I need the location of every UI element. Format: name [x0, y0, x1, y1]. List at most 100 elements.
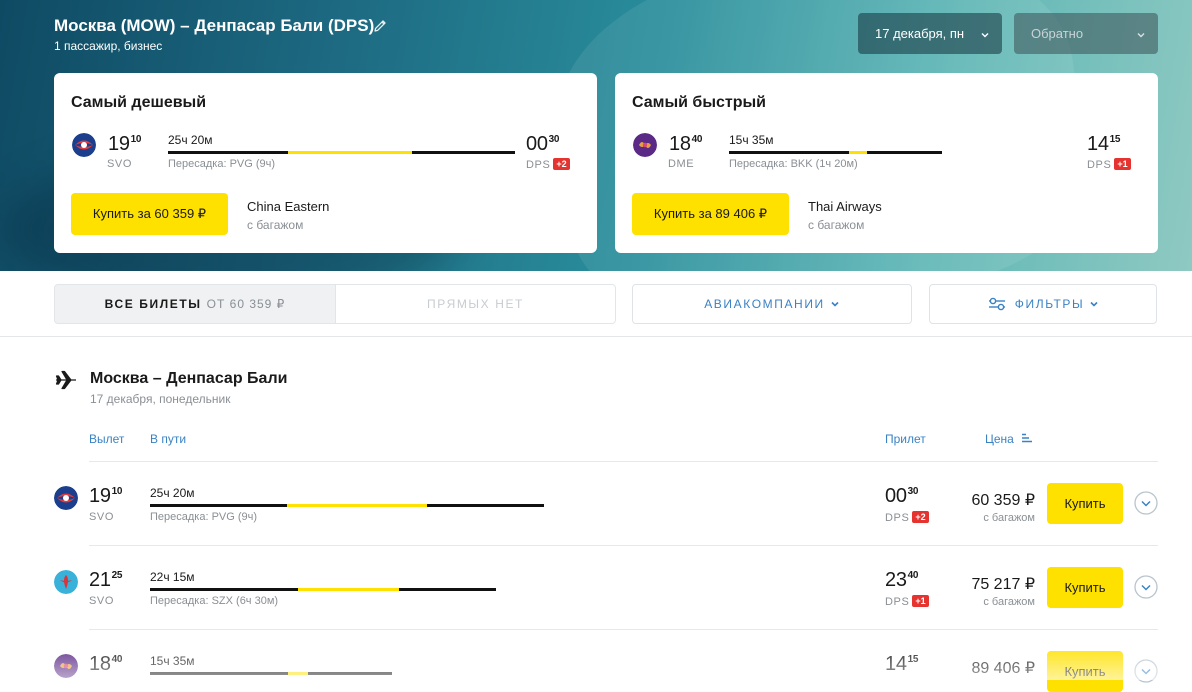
sort-icon — [1022, 433, 1033, 443]
chevron-down-icon — [1090, 301, 1098, 307]
results-title: Москва – Денпасар Бали — [90, 370, 288, 387]
return-date-placeholder: Обратно — [1031, 26, 1084, 41]
departure-time: 1910 — [108, 133, 142, 155]
baggage-info: с багажом — [247, 218, 304, 232]
buy-button[interactable]: Купить — [1047, 567, 1123, 608]
column-arrival[interactable]: Прилет — [885, 432, 926, 446]
departure-time: 2125 — [89, 569, 123, 591]
departure-code: SVO — [89, 511, 115, 523]
airplane-icon — [55, 370, 77, 395]
route-timeline — [150, 504, 544, 507]
trip-duration: 15ч 35м — [729, 133, 774, 147]
day-offset-badge: +2 — [553, 158, 570, 170]
arrival-time: 2340 — [885, 569, 919, 591]
day-offset-badge: +1 — [912, 595, 929, 607]
arrival-code: DPS +2 — [526, 158, 570, 171]
layover-info: Пересадка: SZX (6ч 30м) — [150, 595, 279, 607]
expand-chevron-icon[interactable] — [1134, 659, 1158, 683]
return-date-select[interactable]: Обратно — [1014, 13, 1158, 54]
ticket-row[interactable]: 2125 SVO 22ч 15м Пересадка: SZX (6ч 30м)… — [0, 546, 1192, 630]
buy-cheapest-button[interactable]: Купить за 60 359 ₽ — [71, 193, 228, 235]
column-price-label: Цена — [985, 432, 1014, 446]
route-title[interactable]: Москва (MOW) – Денпасар Бали (DPS) — [54, 16, 374, 36]
sliders-icon — [988, 297, 1005, 311]
chevron-down-icon — [1136, 28, 1146, 43]
ticket-price: 89 406 ₽ — [971, 660, 1035, 677]
all-tickets-tab[interactable]: ВСЕ БИЛЕТЫ ОТ 60 359 ₽ — [54, 284, 336, 324]
arrival-time: 0030 — [526, 133, 560, 155]
arrival-time: 1415 — [1087, 133, 1121, 155]
layover-segment — [298, 588, 399, 591]
arrival-time: 0030 — [885, 485, 919, 507]
arrival-time: 1415 — [885, 653, 919, 675]
day-offset-badge: +1 — [1114, 158, 1131, 170]
trip-duration: 15ч 35м — [150, 654, 195, 668]
departure-time: 1840 — [669, 133, 703, 155]
filters-label: ФИЛЬТРЫ — [1014, 297, 1085, 311]
layover-segment — [288, 151, 412, 154]
arrival-code: DPS +1 — [1087, 158, 1131, 171]
depart-date-value: 17 декабря, пн — [875, 26, 965, 41]
expand-chevron-icon[interactable] — [1134, 491, 1158, 515]
baggage-info: с багажом — [808, 218, 865, 232]
results-date: 17 декабря, понедельник — [90, 392, 231, 406]
fastest-card[interactable]: Самый быстрый 1840 DME 15ч 35м Пересадка… — [615, 73, 1158, 253]
layover-info: Пересадка: BKK (1ч 20м) — [729, 158, 858, 170]
layover-segment — [287, 504, 427, 507]
route-timeline — [729, 151, 942, 154]
column-enroute[interactable]: В пути — [150, 432, 186, 446]
day-offset-badge: +2 — [912, 511, 929, 523]
card-title: Самый дешевый — [71, 94, 207, 111]
direct-flights-label: ПРЯМЫХ НЕТ — [427, 297, 524, 311]
departure-code: DME — [668, 158, 695, 170]
departure-code: SVO — [107, 158, 133, 170]
all-tickets-min-price: ОТ 60 359 ₽ — [206, 297, 286, 311]
layover-segment — [288, 672, 308, 675]
passengers-class: 1 пассажир, бизнес — [54, 39, 163, 53]
departure-time: 1910 — [89, 485, 123, 507]
trip-duration: 25ч 20м — [168, 133, 213, 147]
buy-button[interactable]: Купить — [1047, 651, 1123, 692]
column-departure[interactable]: Вылет — [89, 432, 124, 446]
buy-fastest-button[interactable]: Купить за 89 406 ₽ — [632, 193, 789, 235]
chevron-down-icon — [831, 301, 839, 307]
baggage-info: с багажом — [983, 596, 1035, 608]
trip-duration: 25ч 20м — [150, 486, 195, 500]
column-price[interactable]: Цена — [985, 432, 1033, 446]
trip-duration: 22ч 15м — [150, 570, 195, 584]
airline-name: Thai Airways — [808, 199, 882, 214]
arrival-code: DPS +1 — [885, 595, 929, 608]
filter-bar: ВСЕ БИЛЕТЫ ОТ 60 359 ₽ ПРЯМЫХ НЕТ АВИАКО… — [0, 271, 1192, 337]
thai-airways-logo — [633, 133, 657, 157]
layover-info: Пересадка: PVG (9ч) — [150, 511, 258, 523]
layover-segment — [849, 151, 867, 154]
thai-airways-logo — [54, 654, 78, 678]
layover-info: Пересадка: PVG (9ч) — [168, 158, 276, 170]
china-eastern-logo — [54, 486, 78, 510]
card-title: Самый быстрый — [632, 94, 766, 111]
departure-time: 1840 — [89, 653, 123, 675]
cheapest-card[interactable]: Самый дешевый 1910 SVO 25ч 20м Пересадка… — [54, 73, 597, 253]
depart-date-select[interactable]: 17 декабря, пн — [858, 13, 1002, 54]
route-timeline — [168, 151, 515, 154]
pencil-icon[interactable] — [372, 18, 388, 39]
china-eastern-logo — [72, 133, 96, 157]
all-tickets-label: ВСЕ БИЛЕТЫ — [104, 297, 202, 311]
ticket-row[interactable]: 1840 15ч 35м 1415 89 406 ₽ Купить — [0, 630, 1192, 692]
airlines-filter-button[interactable]: АВИАКОМПАНИИ — [632, 284, 912, 324]
buy-button[interactable]: Купить — [1047, 483, 1123, 524]
baggage-info: с багажом — [983, 512, 1035, 524]
expand-chevron-icon[interactable] — [1134, 575, 1158, 599]
airlines-filter-label: АВИАКОМПАНИИ — [704, 297, 825, 311]
ticket-price: 60 359 ₽ — [971, 492, 1035, 509]
arrival-code: DPS +2 — [885, 511, 929, 524]
search-header: Москва (MOW) – Денпасар Бали (DPS) 1 пас… — [0, 0, 1192, 271]
ticket-price: 75 217 ₽ — [971, 576, 1035, 593]
airline-name: China Eastern — [247, 199, 330, 214]
ticket-row[interactable]: 1910 SVO 25ч 20м Пересадка: PVG (9ч) 003… — [0, 462, 1192, 546]
departure-code: SVO — [89, 595, 115, 607]
filters-button[interactable]: ФИЛЬТРЫ — [929, 284, 1157, 324]
route-timeline — [150, 588, 496, 591]
chevron-down-icon — [980, 28, 990, 43]
direct-flights-tab[interactable]: ПРЯМЫХ НЕТ — [335, 284, 616, 324]
